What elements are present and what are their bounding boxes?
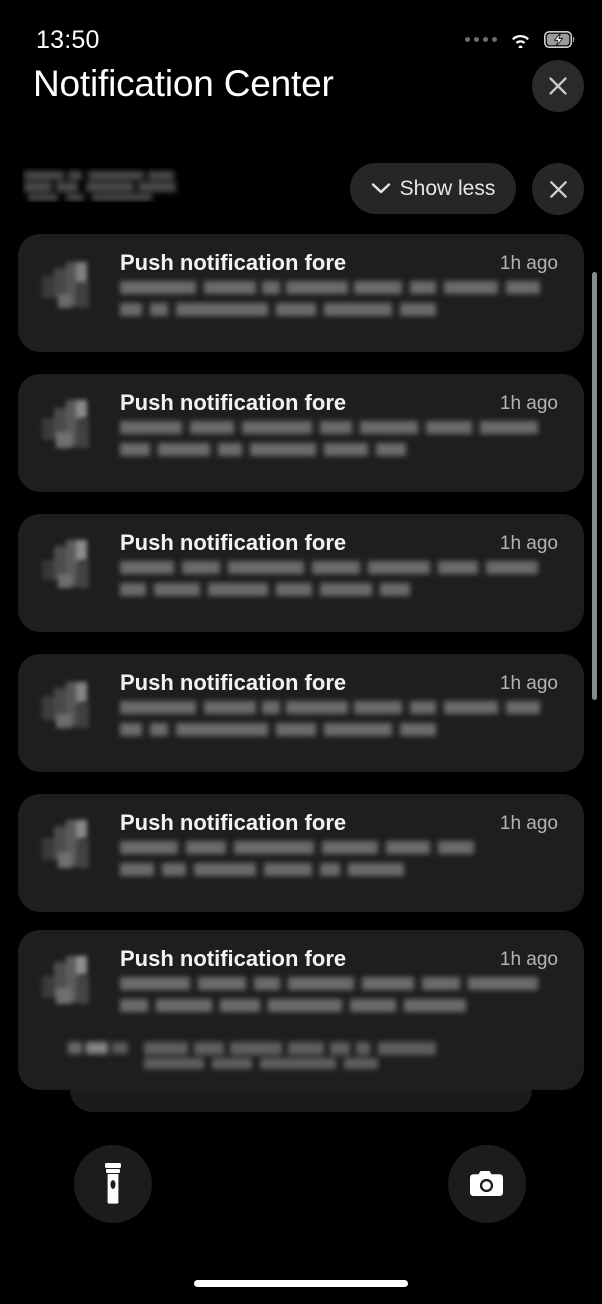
- notification-title: Push notification fore: [120, 250, 347, 275]
- app-icon: [42, 260, 96, 314]
- notification-title: Push notification fore: [120, 390, 347, 415]
- notification-extra-row-redacted: [42, 1038, 552, 1074]
- notification-body-redacted: [120, 699, 540, 753]
- notification-timestamp: 1h ago: [499, 673, 558, 694]
- notification-title: Push notification fore: [120, 810, 347, 835]
- stacked-notification-edge[interactable]: [70, 1090, 532, 1112]
- notification-list[interactable]: Push notification fore 1h ago Push notif…: [0, 0, 602, 1304]
- app-icon: [42, 680, 96, 734]
- notification-title: Push notification fore: [120, 946, 347, 971]
- notification-item[interactable]: Push notification fore 1h ago: [18, 514, 584, 632]
- notification-timestamp: 1h ago: [499, 949, 558, 970]
- notification-item[interactable]: Push notification fore 1h ago: [18, 234, 584, 352]
- notification-timestamp: 1h ago: [499, 393, 558, 414]
- notification-body-redacted: [120, 975, 540, 1029]
- notification-timestamp: 1h ago: [499, 253, 558, 274]
- notification-item[interactable]: Push notification fore 1h ago: [18, 930, 584, 1090]
- scrollbar-thumb[interactable]: [592, 272, 597, 700]
- camera-button[interactable]: [448, 1145, 526, 1223]
- flashlight-button[interactable]: [74, 1145, 152, 1223]
- notification-item[interactable]: Push notification fore 1h ago: [18, 794, 584, 912]
- home-indicator[interactable]: [194, 1280, 408, 1287]
- notification-item[interactable]: Push notification fore 1h ago: [18, 654, 584, 772]
- app-icon: [42, 540, 96, 594]
- flashlight-icon: [100, 1162, 126, 1206]
- app-icon: [42, 820, 96, 874]
- notification-body-redacted: [120, 279, 540, 333]
- notification-center-screen: 13:50 Notification Center Show less Push…: [0, 0, 602, 1304]
- notification-body-redacted: [120, 839, 540, 893]
- notification-title: Push notification fore: [120, 530, 347, 555]
- notification-body-redacted: [120, 559, 540, 613]
- notification-item[interactable]: Push notification fore 1h ago: [18, 374, 584, 492]
- notification-title: Push notification fore: [120, 670, 347, 695]
- app-icon: [42, 400, 96, 454]
- camera-icon: [468, 1168, 506, 1200]
- notification-body-redacted: [120, 419, 540, 473]
- notification-timestamp: 1h ago: [499, 813, 558, 834]
- app-icon: [42, 956, 96, 1010]
- notification-timestamp: 1h ago: [499, 533, 558, 554]
